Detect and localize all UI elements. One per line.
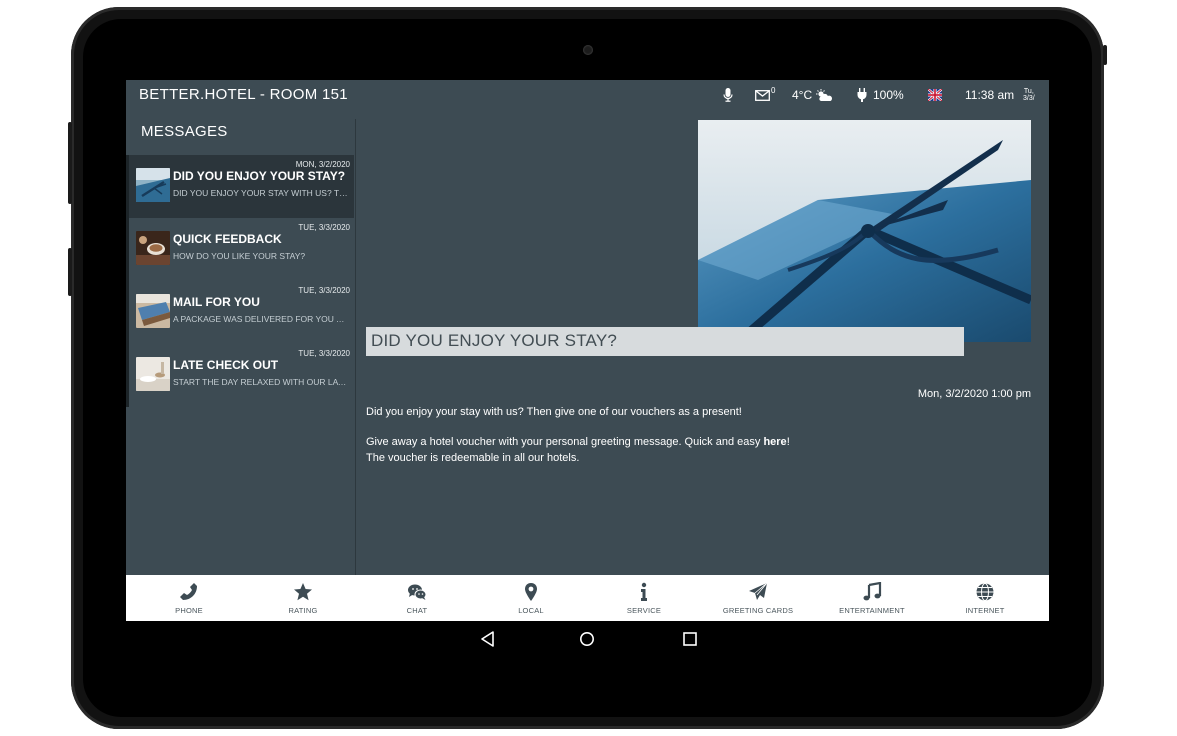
message-snippet: HOW DO YOU LIKE YOUR STAY? [173, 251, 306, 261]
uk-flag-icon[interactable] [928, 80, 942, 110]
list-edge [126, 281, 129, 344]
power-button [68, 248, 72, 296]
mail-status[interactable]: 0 [755, 80, 775, 110]
message-item-late-check-out[interactable]: TUE, 3/3/2020 LATE CHECK OUT START THE D… [126, 344, 354, 407]
mail-icon [755, 89, 770, 101]
app-title: BETTER.HOTEL - ROOM 151 [139, 86, 348, 103]
nav-service[interactable]: SERVICE [587, 575, 701, 621]
android-navigation-bar [126, 621, 1049, 656]
nav-label: PHONE [175, 606, 203, 615]
message-date: TUE, 3/3/2020 [298, 286, 350, 295]
list-edge [126, 218, 129, 281]
volume-button [68, 122, 72, 204]
body-line-3: The voucher is redeemable in all our hot… [366, 452, 580, 464]
message-body: Did you enjoy your stay with us? Then gi… [366, 404, 1006, 466]
info-icon [634, 582, 654, 602]
body-line-1: Did you enjoy your stay with us? Then gi… [366, 406, 742, 418]
nav-label: RATING [288, 606, 318, 615]
weather-sun-cloud-icon [816, 88, 833, 102]
message-heading: DID YOU ENJOY YOUR STAY? [371, 331, 618, 350]
message-thumbnail-gift [136, 168, 170, 202]
nav-greeting-cards[interactable]: GREETING CARDS [701, 575, 815, 621]
clock-date-top: Tu, [1023, 88, 1034, 95]
message-detail: DID YOU ENJOY YOUR STAY? Mon, 3/2/2020 1… [356, 110, 1049, 575]
weather-status: 4°C [792, 80, 833, 110]
nav-phone[interactable]: PHONE [132, 575, 246, 621]
message-title: DID YOU ENJOY YOUR STAY? [173, 169, 346, 183]
side-sensor [1103, 45, 1107, 65]
message-thumbnail-package [136, 294, 170, 328]
globe-icon [975, 582, 995, 602]
message-item-mail-for-you[interactable]: TUE, 3/3/2020 MAIL FOR YOU A PACKAGE WAS… [126, 281, 354, 344]
bottom-navigation: PHONE RATING CHAT LOCAL SERVICE GREETING… [126, 575, 1049, 621]
list-edge [126, 344, 129, 407]
clock-time: 11:38 am [965, 88, 1015, 102]
message-thumbnail-coffee [136, 231, 170, 265]
nav-label: INTERNET [965, 606, 1005, 615]
nav-label: GREETING CARDS [722, 606, 794, 615]
clock-date: Tu, 3/3/ [1023, 80, 1035, 110]
chat-icon [407, 582, 427, 602]
temperature-value: 4°C [792, 88, 813, 102]
message-title: QUICK FEEDBACK [173, 232, 282, 246]
sidebar-title: MESSAGES [141, 123, 228, 140]
paper-plane-icon [748, 582, 768, 602]
body-line-2: Give away a hotel voucher with your pers… [366, 434, 1006, 450]
nav-chat[interactable]: CHAT [360, 575, 474, 621]
message-datetime: Mon, 3/2/2020 1:00 pm [917, 388, 1031, 400]
screen: BETTER.HOTEL - ROOM 151 0 4°C 100% 11:38… [126, 80, 1049, 656]
message-title: LATE CHECK OUT [173, 358, 279, 372]
message-snippet: START THE DAY RELAXED WITH OUR LATE CHEC… [173, 377, 349, 387]
back-icon[interactable] [478, 629, 498, 649]
message-snippet: DID YOU ENJOY YOUR STAY WITH US? THEN GI… [173, 188, 349, 198]
message-item-enjoy-stay[interactable]: MON, 3/2/2020 DID YOU ENJOY YOUR STAY? D… [126, 155, 354, 218]
star-icon [293, 582, 313, 602]
message-item-quick-feedback[interactable]: TUE, 3/3/2020 QUICK FEEDBACK HOW DO YOU … [126, 218, 354, 281]
messages-sidebar: MESSAGES MON, 3/2/2020 DID YOU ENJOY YOU… [126, 119, 356, 575]
nav-label: SERVICE [626, 606, 662, 615]
battery-status: 100% [857, 80, 904, 110]
nav-label: ENTERTAINMENT [839, 606, 905, 615]
battery-value: 100% [873, 88, 904, 102]
nav-local[interactable]: LOCAL [474, 575, 588, 621]
recents-icon[interactable] [680, 629, 700, 649]
plug-icon [857, 88, 867, 102]
nav-rating[interactable]: RATING [246, 575, 360, 621]
message-snippet: A PACKAGE WAS DELIVERED FOR YOU AT THE R… [173, 314, 349, 324]
mail-count: 0 [771, 85, 776, 95]
voucher-link[interactable]: here [763, 436, 786, 448]
front-camera [583, 45, 593, 55]
clock-date-bottom: 3/3/ [1023, 95, 1035, 102]
music-note-icon [862, 581, 882, 602]
message-thumbnail-breakfast [136, 357, 170, 391]
nav-label: CHAT [406, 606, 428, 615]
top-bar: BETTER.HOTEL - ROOM 151 0 4°C 100% 11:38… [126, 80, 1049, 110]
home-icon[interactable] [577, 629, 597, 649]
phone-icon [179, 582, 199, 602]
microphone-icon[interactable] [723, 80, 733, 110]
nav-label: LOCAL [518, 606, 544, 615]
body-line-2-end: ! [786, 436, 790, 448]
message-date: TUE, 3/3/2020 [298, 349, 350, 358]
message-date: TUE, 3/3/2020 [298, 223, 350, 232]
hero-image-gift [698, 120, 1031, 342]
message-heading-band: DID YOU ENJOY YOUR STAY? [366, 327, 964, 356]
nav-internet[interactable]: INTERNET [928, 575, 1042, 621]
message-title: MAIL FOR YOU [173, 295, 260, 309]
selection-indicator [126, 155, 129, 218]
nav-entertainment[interactable]: ENTERTAINMENT [815, 575, 929, 621]
map-pin-icon [521, 582, 541, 602]
message-date: MON, 3/2/2020 [295, 160, 350, 169]
body-line-2-text: Give away a hotel voucher with your pers… [366, 436, 764, 448]
